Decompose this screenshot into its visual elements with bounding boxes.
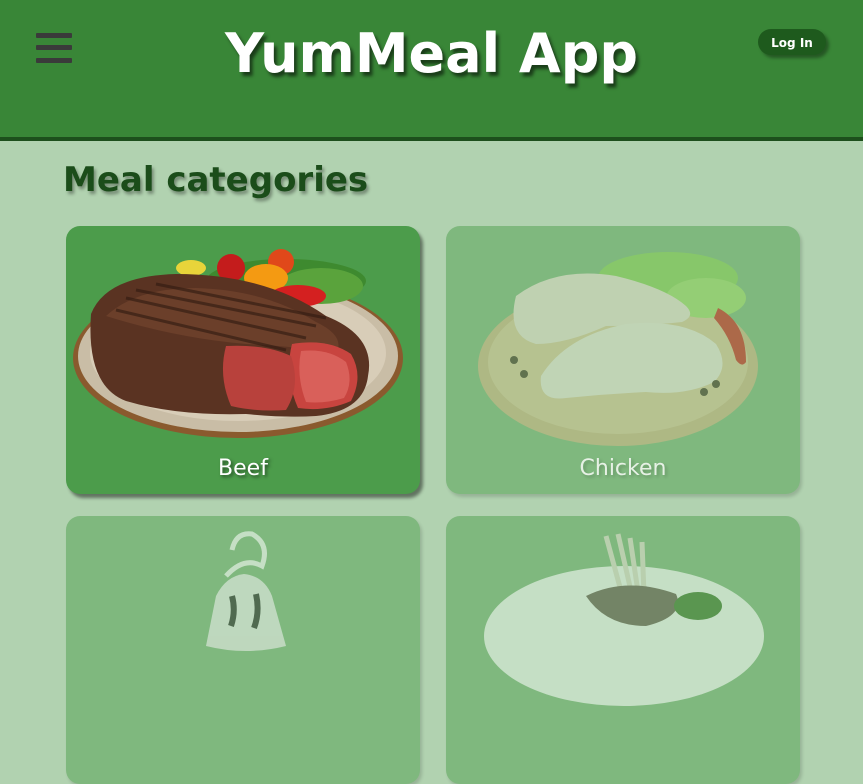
category-card-chicken[interactable]: Chicken bbox=[446, 226, 800, 494]
category-label: Chicken bbox=[579, 456, 667, 481]
beef-steak-plate-image bbox=[73, 249, 403, 438]
category-label: Beef bbox=[218, 456, 268, 481]
category-card-beef[interactable]: Beef bbox=[66, 226, 420, 494]
login-button[interactable]: Log In bbox=[758, 29, 826, 55]
raw-chicken-legs-board-image bbox=[478, 252, 758, 446]
category-card-dessert[interactable] bbox=[66, 516, 420, 784]
app-title: YumMeal App bbox=[224, 22, 639, 85]
section-title: Meal categories bbox=[63, 160, 369, 200]
dessert-image bbox=[206, 531, 286, 651]
lamb-rack-plate-image bbox=[484, 533, 764, 706]
category-card-lamb[interactable] bbox=[446, 516, 800, 784]
app-header: YumMeal App Log In bbox=[0, 0, 863, 141]
